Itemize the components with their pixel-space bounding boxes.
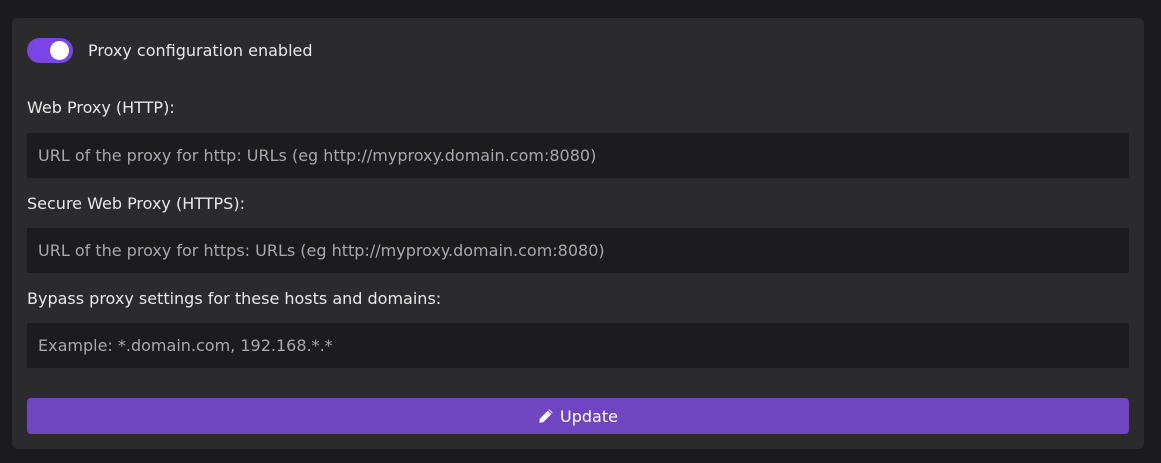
pencil-icon	[539, 409, 553, 423]
bypass-hosts-input[interactable]	[27, 323, 1129, 368]
proxy-enabled-label: Proxy configuration enabled	[88, 41, 313, 60]
update-button-label: Update	[560, 406, 618, 426]
proxy-settings-panel: Proxy configuration enabled Web Proxy (H…	[12, 18, 1144, 449]
toggle-knob	[50, 41, 69, 60]
update-button[interactable]: Update	[27, 398, 1129, 434]
http-proxy-input[interactable]	[27, 133, 1129, 178]
https-proxy-input[interactable]	[27, 228, 1129, 273]
proxy-toggle-row: Proxy configuration enabled	[27, 38, 313, 63]
https-proxy-label: Secure Web Proxy (HTTPS):	[27, 194, 245, 213]
http-proxy-label: Web Proxy (HTTP):	[27, 98, 175, 117]
proxy-enabled-toggle[interactable]	[27, 38, 73, 63]
bypass-hosts-label: Bypass proxy settings for these hosts an…	[27, 289, 442, 308]
